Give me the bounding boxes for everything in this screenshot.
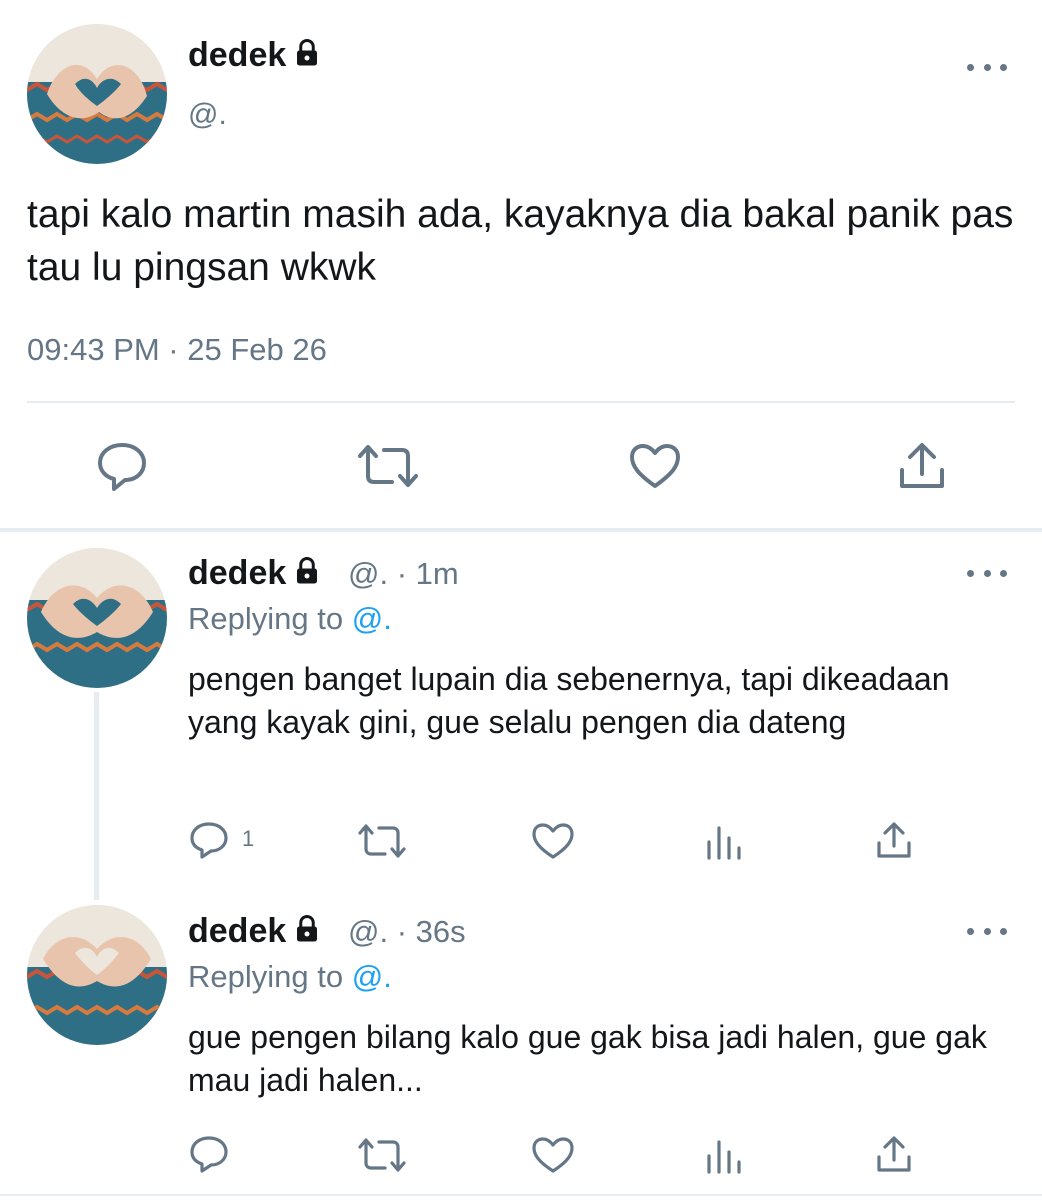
replying-to: Replying to @. [188,959,392,995]
analytics-icon[interactable] [704,822,744,862]
replying-to: Replying to @. [188,601,392,637]
bottom-divider [0,1194,1042,1196]
divider [27,401,1015,403]
handle[interactable]: @. [188,98,227,132]
analytics-icon[interactable] [704,1136,744,1176]
section-divider [0,528,1042,532]
retweet-icon[interactable] [356,442,420,490]
avatar[interactable] [27,905,167,1045]
reply-icon[interactable] [189,820,229,860]
display-name[interactable]: dedek [188,554,322,595]
display-name-text[interactable]: dedek [188,36,286,74]
display-name-text[interactable]: dedek [188,554,286,592]
share-icon[interactable] [874,820,914,860]
replying-handle[interactable]: @. [352,601,392,636]
replying-label: Replying to [188,959,344,994]
handle-time[interactable]: @. · 1m [348,556,459,592]
replying-label: Replying to [188,601,344,636]
more-icon[interactable] [967,563,1007,583]
display-name[interactable]: dedek [188,912,322,953]
retweet-icon[interactable] [357,822,407,860]
replying-handle[interactable]: @. [352,959,392,994]
avatar[interactable] [27,24,167,164]
display-name[interactable]: dedek [188,36,322,77]
thread-line [94,692,99,900]
handle-time[interactable]: @. · 36s [348,914,466,950]
share-icon[interactable] [896,440,948,492]
like-icon[interactable] [531,822,575,860]
reply-icon[interactable] [189,1134,229,1174]
avatar[interactable] [27,548,167,688]
share-icon[interactable] [874,1134,914,1174]
retweet-icon[interactable] [357,1136,407,1174]
tweet-text: gue pengen bilang kalo gue gak bisa jadi… [188,1019,987,1098]
more-icon[interactable] [967,57,1007,77]
tweet-text: tapi kalo martin masih ada, kayaknya dia… [27,193,1014,289]
more-icon[interactable] [967,921,1007,941]
lock-icon [292,914,322,953]
lock-icon [292,38,322,77]
lock-icon [292,556,322,595]
tweet-text: pengen banget lupain dia sebenernya, tap… [188,661,950,740]
reply-count: 1 [242,826,255,851]
reply-icon[interactable] [95,440,149,492]
tweet-timestamp[interactable]: 09:43 PM · 25 Feb 26 [27,332,327,368]
like-icon[interactable] [531,1136,575,1174]
display-name-text[interactable]: dedek [188,912,286,950]
like-icon[interactable] [628,442,682,490]
